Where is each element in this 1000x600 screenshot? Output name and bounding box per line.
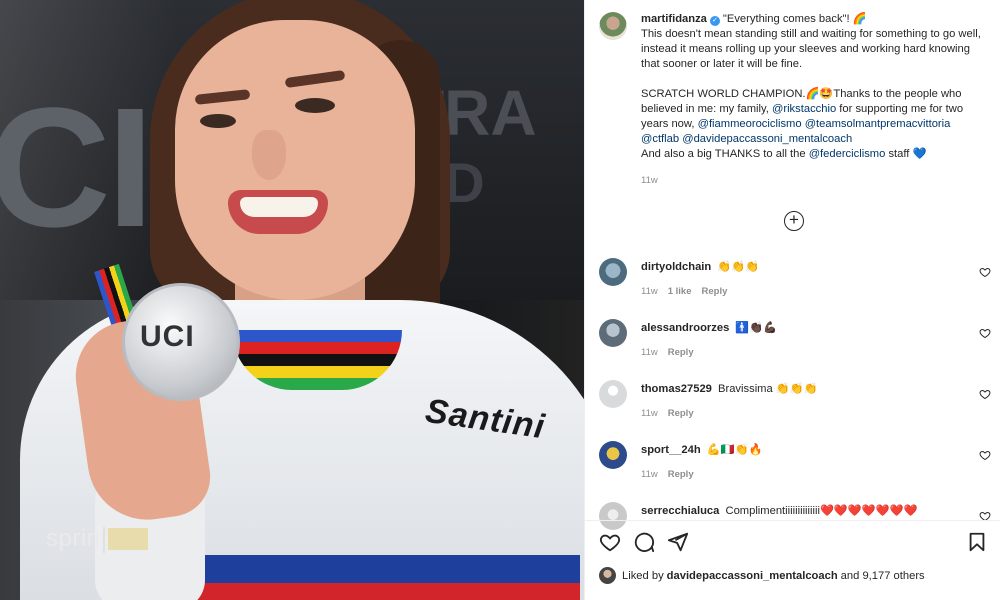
heart-icon[interactable] bbox=[979, 388, 991, 400]
comment-item: thomas27529 Bravissima 👏👏👏 11w Reply bbox=[599, 380, 999, 441]
commenter-avatar[interactable] bbox=[599, 258, 627, 286]
comment-icon[interactable] bbox=[633, 531, 655, 553]
mention-link[interactable]: @fiammeorociclismo bbox=[698, 118, 802, 130]
caption-line-2: This doesn't mean standing still and wai… bbox=[641, 28, 981, 70]
comment-time[interactable]: 11w bbox=[641, 469, 658, 480]
mention-link[interactable]: @davidepaccassoni_mentalcoach bbox=[682, 133, 852, 145]
background-sign-text: CI bbox=[0, 73, 154, 263]
comment-item: sport__24h 💪🇮🇹👏🔥 11w Reply bbox=[599, 441, 999, 502]
commenter-username[interactable]: sport__24h bbox=[641, 444, 701, 456]
verified-badge-icon: ✓ bbox=[709, 16, 720, 26]
liker-username[interactable]: davidepaccassoni_mentalcoach bbox=[667, 570, 838, 582]
heart-icon[interactable] bbox=[599, 531, 621, 553]
commenter-username[interactable]: alessandroorzes bbox=[641, 322, 729, 334]
mention-link[interactable]: @ctflab bbox=[641, 133, 679, 145]
post-timestamp[interactable]: 11w bbox=[641, 173, 981, 188]
liked-by-count[interactable]: and 9,177 others bbox=[841, 570, 925, 582]
comment-likes[interactable]: 1 like bbox=[668, 286, 692, 297]
commenter-username[interactable]: thomas27529 bbox=[641, 383, 712, 395]
heart-icon[interactable] bbox=[979, 449, 991, 461]
post-action-bar bbox=[599, 531, 989, 555]
heart-icon[interactable] bbox=[979, 327, 991, 339]
commenter-username[interactable]: serrecchialuca bbox=[641, 505, 719, 517]
post-caption: martifidanza ✓ "Everything comes back"! 🌈 … bbox=[599, 12, 989, 188]
caption-line-1: "Everything comes back"! 🌈 bbox=[722, 13, 867, 25]
comment-item: alessandroorzes 🚹👏🏿💪🏿 11w Reply bbox=[599, 319, 999, 380]
commenter-avatar[interactable] bbox=[599, 441, 627, 469]
commenter-avatar[interactable] bbox=[599, 380, 627, 408]
post-side-panel: martifidanza ✓ "Everything comes back"! 🌈 … bbox=[584, 0, 1000, 600]
reply-button[interactable]: Reply bbox=[668, 469, 694, 480]
comment-text: 🚹👏🏿💪🏿 bbox=[735, 322, 778, 334]
comment-item: serrecchialuca Complimentiiiiiiiiiiiiii❤… bbox=[599, 502, 999, 530]
reply-button[interactable]: Reply bbox=[668, 347, 694, 358]
comment-time[interactable]: 11w bbox=[641, 408, 658, 419]
caption-paragraph-3: And also a big THANKS to all the @federc… bbox=[641, 148, 927, 160]
heart-icon[interactable] bbox=[979, 266, 991, 278]
reply-button[interactable]: Reply bbox=[702, 286, 728, 297]
reply-button[interactable]: Reply bbox=[668, 408, 694, 419]
mention-link[interactable]: @federciclismo bbox=[809, 148, 886, 160]
caption-paragraph-2: SCRATCH WORLD CHAMPION.🌈🤩Thanks to the p… bbox=[641, 88, 964, 145]
comment-list: dirtyoldchain 👏👏👏 11w 1 like Reply alessan… bbox=[599, 258, 999, 530]
author-avatar[interactable] bbox=[599, 12, 627, 40]
comment-text: 👏👏👏 bbox=[717, 261, 760, 273]
commenter-avatar[interactable] bbox=[599, 502, 627, 530]
mention-link[interactable]: @teamsolmantpremacvittoria bbox=[805, 118, 951, 130]
comment-text: 💪🇮🇹👏🔥 bbox=[706, 444, 763, 456]
comment-time[interactable]: 11w bbox=[641, 286, 658, 297]
comment-text: Complimentiiiiiiiiiiiiii❤️❤️❤️❤️❤️❤️❤️ bbox=[725, 505, 918, 517]
comment-item: dirtyoldchain 👏👏👏 11w 1 like Reply bbox=[599, 258, 999, 319]
comment-text: Bravissima 👏👏👏 bbox=[718, 383, 818, 395]
author-username[interactable]: martifidanza bbox=[641, 13, 707, 25]
comment-time[interactable]: 11w bbox=[641, 347, 658, 358]
liker-avatar[interactable] bbox=[599, 567, 616, 584]
load-more-comments-icon[interactable]: + bbox=[784, 211, 804, 231]
medal-logo-text: UCI bbox=[140, 320, 195, 353]
post-photo[interactable]: CI TRA LD Santini UCI sprint bbox=[0, 0, 584, 600]
mention-link[interactable]: @rikstacchio bbox=[772, 103, 836, 115]
commenter-avatar[interactable] bbox=[599, 319, 627, 347]
actions-divider bbox=[585, 520, 1000, 521]
share-icon[interactable] bbox=[667, 531, 689, 553]
liked-by-prefix: Liked by bbox=[622, 569, 664, 582]
athlete-face bbox=[175, 20, 415, 300]
bookmark-icon[interactable] bbox=[966, 531, 988, 553]
commenter-username[interactable]: dirtyoldchain bbox=[641, 261, 711, 273]
liked-by-summary: Liked by davidepaccassoni_mentalcoach an… bbox=[599, 567, 925, 584]
watermark-logo: sprint bbox=[46, 525, 108, 552]
